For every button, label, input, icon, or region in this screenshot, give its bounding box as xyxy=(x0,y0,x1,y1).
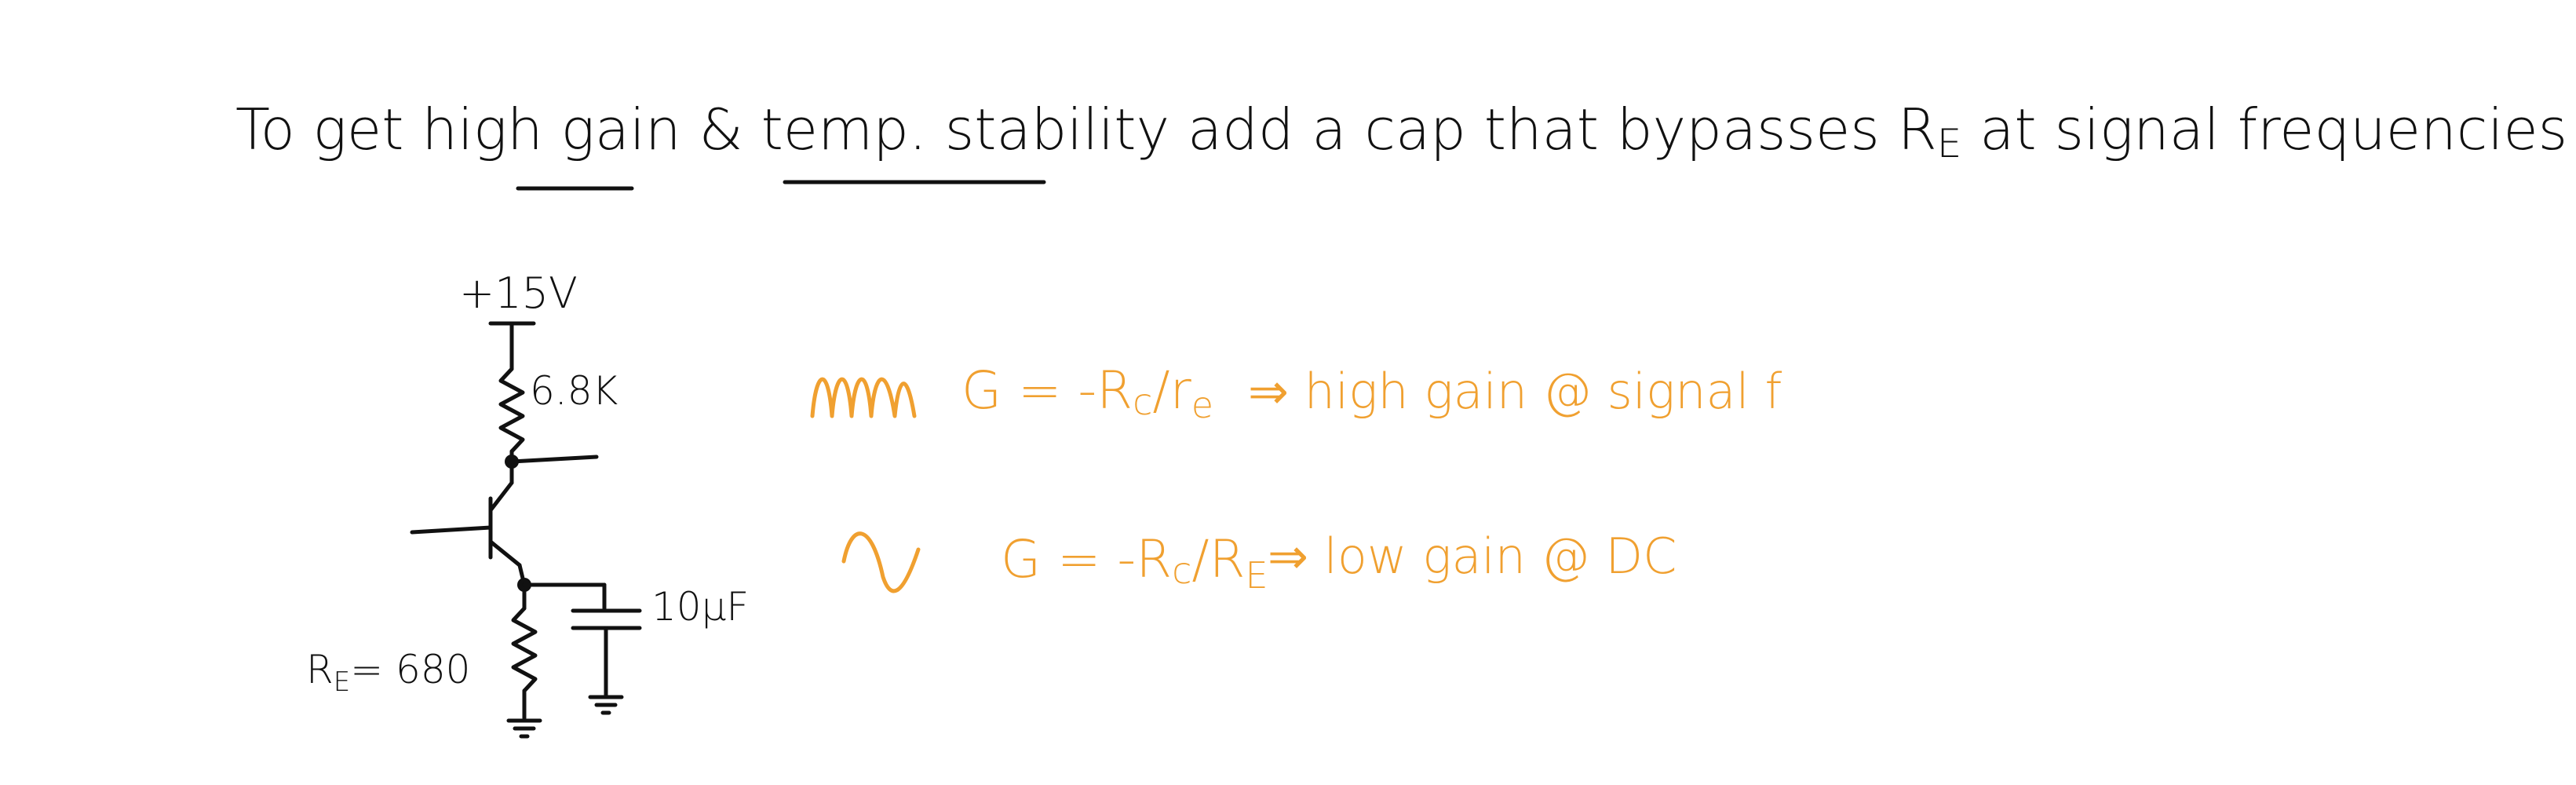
whiteboard-canvas: To get high gain & temp. stability add a… xyxy=(235,97,2567,739)
dc-gain-result: ⇒ low gain @ DC xyxy=(1268,528,1677,585)
heading-part4: at signal frequencies xyxy=(1961,97,2567,162)
emitter-resistor-sub: E xyxy=(334,666,350,698)
heading-high-gain: high gain xyxy=(421,97,680,162)
emitter-resistor-label: RE= 680 xyxy=(306,647,470,698)
heading-part1: To get xyxy=(235,97,421,162)
collector-resistor xyxy=(498,367,525,454)
dc-gain-slash: /R xyxy=(1191,529,1245,590)
output-wire xyxy=(509,455,599,464)
emitter-resistor-value: = 680 xyxy=(350,647,470,692)
transistor-circuit: +15V 6.8K RE= 680 10μF xyxy=(306,268,749,739)
signal-gain-sub-c: c xyxy=(1133,381,1152,423)
emitter-resistor-r: R xyxy=(306,647,334,692)
signal-gain-result: ⇒ high gain @ signal f xyxy=(1248,363,1782,420)
heading-part2: & xyxy=(681,97,761,162)
heading-temp-stability: temp. stability xyxy=(761,97,1170,162)
signal-gain-slash: /r xyxy=(1152,360,1191,421)
transistor-base-lead xyxy=(410,525,493,535)
low-frequency-wave-icon xyxy=(841,531,921,593)
signal-gain-prefix: G = -R xyxy=(961,360,1133,421)
dc-note: G = -Rc/RE ⇒ low gain @ DC xyxy=(841,528,1677,597)
signal-note: G = -Rc/re ⇒ high gain @ signal f xyxy=(810,360,1782,426)
heading-text: To get high gain & temp. stability add a… xyxy=(235,97,2567,166)
heading-part3: add a cap that bypasses R xyxy=(1169,97,1937,162)
dc-gain-formula: G = -Rc/RE xyxy=(1001,529,1268,597)
signal-gain-sub-e: e xyxy=(1191,384,1213,426)
heading-sub-e: E xyxy=(1937,121,1962,166)
transistor-emitter-lead xyxy=(488,539,522,568)
heading: To get high gain & temp. stability add a… xyxy=(235,97,2567,191)
high-frequency-wave-icon xyxy=(810,377,917,418)
dc-gain-sub-c: c xyxy=(1172,550,1191,592)
transistor-collector-lead xyxy=(488,480,514,513)
signal-gain-formula: G = -Rc/re xyxy=(961,360,1213,426)
supply-label: +15V xyxy=(459,268,578,318)
capacitor-label: 10μF xyxy=(651,584,749,630)
dc-gain-sub-e: E xyxy=(1245,554,1268,597)
emitter-resistor xyxy=(511,606,538,693)
dc-gain-prefix: G = -R xyxy=(1001,529,1172,590)
collector-resistor-label: 6.8K xyxy=(530,368,618,414)
